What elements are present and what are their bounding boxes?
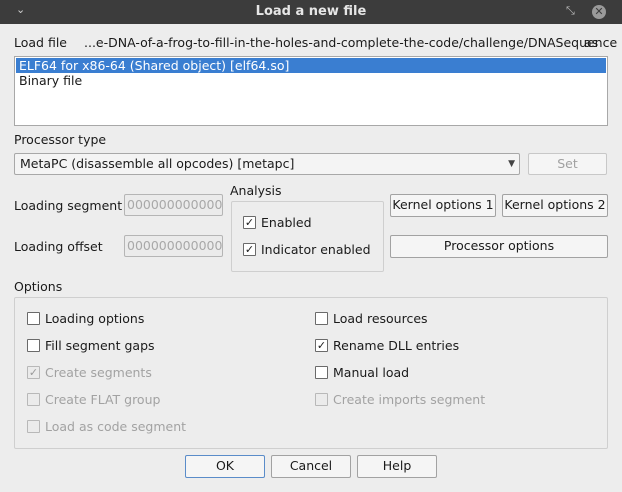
kernel-options-1-button[interactable]: Kernel options 1 <box>390 194 496 217</box>
help-button[interactable]: Help <box>357 455 437 478</box>
restore-icon[interactable]: ⤡ <box>566 4 575 18</box>
processor-type-select[interactable]: MetaPC (disassemble all opcodes) [metapc… <box>14 153 520 175</box>
indicator-enabled-label: Indicator enabled <box>261 242 371 257</box>
create-imports-segment-checkbox[interactable] <box>315 393 328 406</box>
format-item-elf64[interactable]: ELF64 for x86-64 (Shared object) [elf64.… <box>16 58 606 73</box>
processor-type-value: MetaPC (disassemble all opcodes) [metapc… <box>20 156 295 171</box>
as-label: as <box>584 35 599 50</box>
chevron-down-icon: ▼ <box>508 159 515 169</box>
analysis-group <box>231 201 384 272</box>
cancel-button[interactable]: Cancel <box>271 455 351 478</box>
close-icon[interactable]: ✕ <box>592 5 606 19</box>
processor-options-button[interactable]: Processor options <box>390 235 608 258</box>
rename-dll-entries-label: Rename DLL entries <box>333 338 460 353</box>
load-as-code-segment-label: Load as code segment <box>45 419 187 434</box>
format-item-binary[interactable]: Binary file <box>16 73 606 88</box>
ok-button[interactable]: OK <box>185 455 265 478</box>
load-as-code-segment-checkbox[interactable] <box>27 420 40 433</box>
rename-dll-entries-checkbox[interactable]: ✓ <box>315 339 328 352</box>
options-label: Options <box>14 279 63 294</box>
indicator-enabled-checkbox[interactable]: ✓ <box>243 243 256 256</box>
load-file-dialog: ⌄ Load a new file ⤡ ✕ Load file ...e-DNA… <box>0 0 622 492</box>
loading-offset-input[interactable]: 0000000000000 <box>124 235 223 257</box>
loading-options-label: Loading options <box>45 311 145 326</box>
file-path: ...e-DNA-of-a-frog-to-fill-in-the-holes-… <box>84 35 618 50</box>
enabled-label: Enabled <box>261 215 312 230</box>
processor-type-label: Processor type <box>14 132 107 147</box>
create-imports-segment-label: Create imports segment <box>333 392 486 407</box>
fill-segment-gaps-checkbox[interactable] <box>27 339 40 352</box>
create-segments-checkbox[interactable]: ✓ <box>27 366 40 379</box>
title-bar: ⌄ Load a new file ⤡ ✕ <box>0 0 622 24</box>
manual-load-checkbox[interactable] <box>315 366 328 379</box>
analysis-label: Analysis <box>230 183 282 198</box>
create-flat-group-checkbox[interactable] <box>27 393 40 406</box>
load-file-label: Load file <box>14 35 67 50</box>
loading-offset-label: Loading offset <box>14 239 103 254</box>
kernel-options-2-button[interactable]: Kernel options 2 <box>502 194 608 217</box>
create-segments-label: Create segments <box>45 365 152 380</box>
create-flat-group-label: Create FLAT group <box>45 392 161 407</box>
format-list[interactable]: ELF64 for x86-64 (Shared object) [elf64.… <box>14 56 608 126</box>
loading-segment-input[interactable]: 0000000000000 <box>124 194 223 216</box>
load-resources-label: Load resources <box>333 311 428 326</box>
enabled-checkbox[interactable]: ✓ <box>243 216 256 229</box>
window-title: Load a new file <box>255 4 367 19</box>
loading-segment-label: Loading segment <box>14 198 123 213</box>
loading-options-checkbox[interactable] <box>27 312 40 325</box>
load-resources-checkbox[interactable] <box>315 312 328 325</box>
set-button[interactable]: Set <box>528 153 607 175</box>
manual-load-label: Manual load <box>333 365 410 380</box>
fill-segment-gaps-label: Fill segment gaps <box>45 338 155 353</box>
